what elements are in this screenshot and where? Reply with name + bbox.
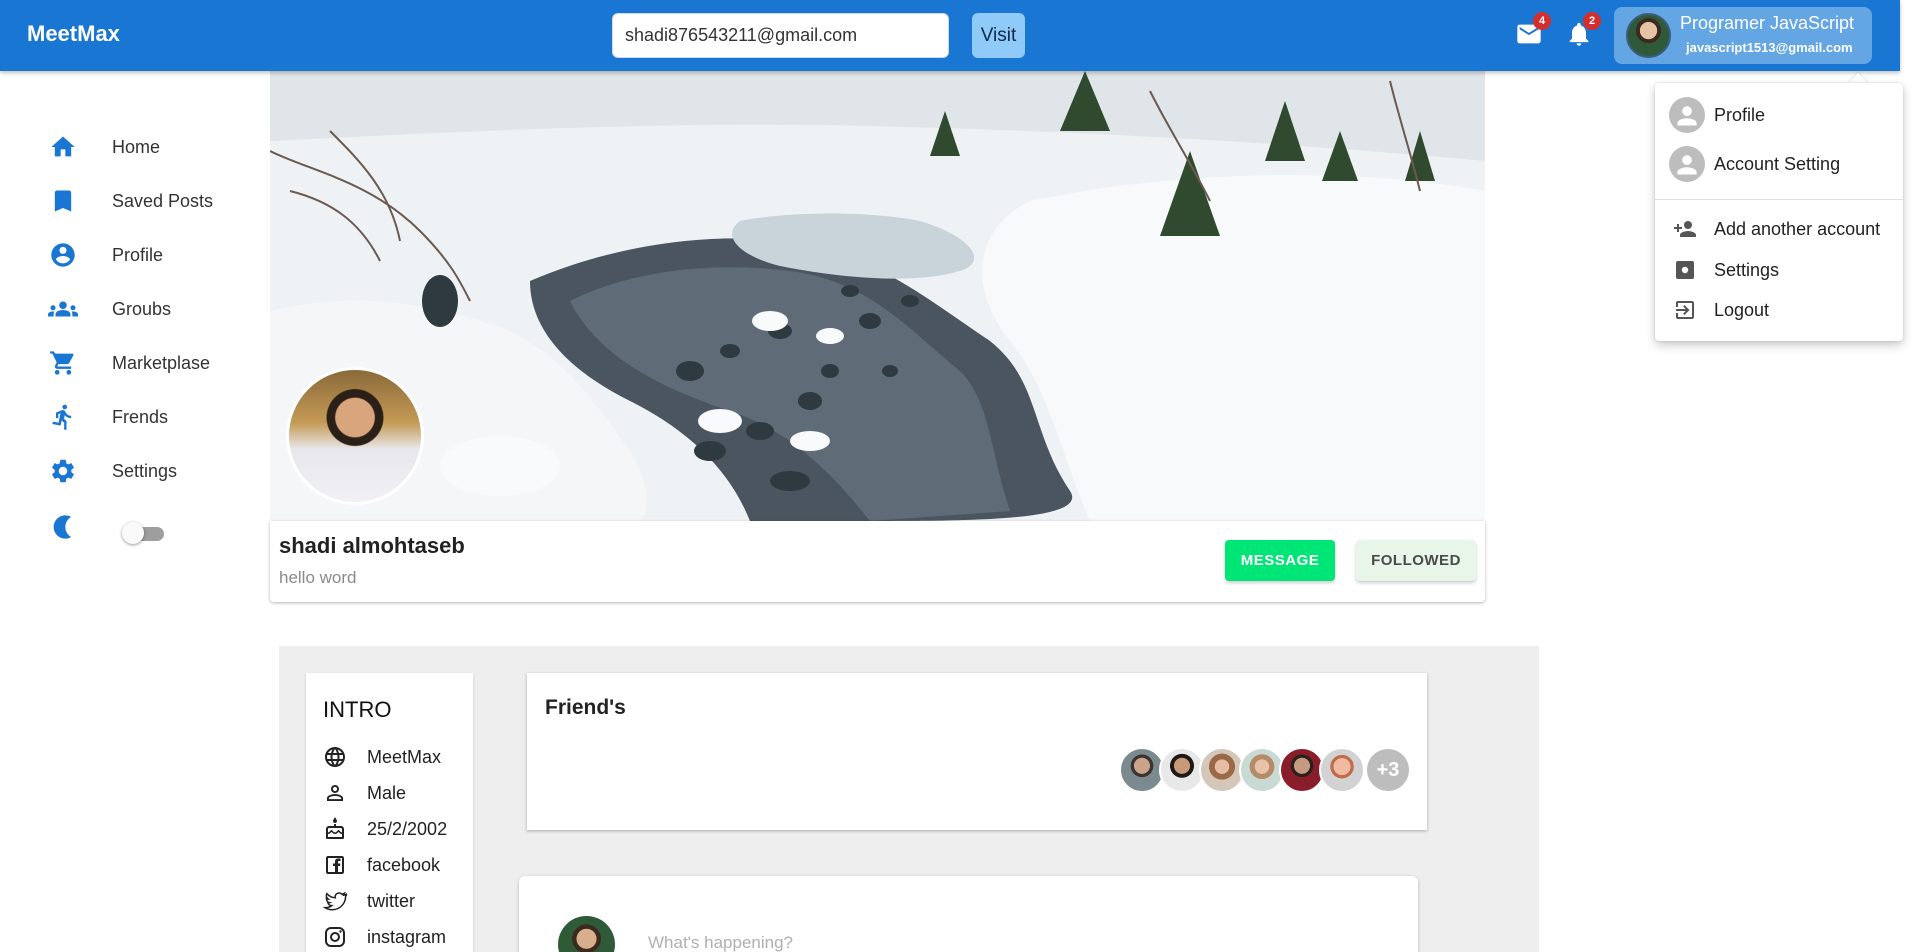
notifications-button[interactable]: 2 [1565, 12, 1601, 48]
dark-mode-item [48, 507, 88, 547]
intro-row-text: Male [367, 782, 407, 803]
account-menu-button[interactable]: Programer JavaScript javascript1513@gmai… [1614, 7, 1872, 64]
moon-icon [48, 512, 78, 542]
visit-button[interactable]: Visit [972, 13, 1025, 58]
menu-item-account-setting[interactable]: Account Setting [1669, 144, 1899, 184]
twitter-icon [323, 891, 347, 911]
cake-icon [326, 817, 344, 839]
sidebar-item-label: Home [112, 136, 161, 157]
menu-item-label: Account Setting [1714, 153, 1841, 174]
gear-icon [48, 456, 78, 486]
intro-row-twitter[interactable]: twitter [323, 886, 415, 916]
menu-item-add-account[interactable]: Add another account [1669, 209, 1899, 249]
avatar-icon [1669, 146, 1705, 182]
menu-item-profile[interactable]: Profile [1669, 95, 1899, 135]
intro-row-birthday: 25/2/2002 [323, 814, 447, 844]
sidebar-item-label: Saved Posts [112, 190, 214, 211]
sidebar-item-profile[interactable]: Profile [48, 235, 248, 275]
cover-photo [270, 71, 1485, 521]
friends-title: Friend's [545, 696, 626, 719]
account-name: Programer JavaScript [1680, 13, 1855, 33]
profile-bio: hello word [279, 568, 357, 587]
groups-icon [48, 294, 78, 324]
intro-row-facebook[interactable]: facebook [323, 850, 440, 880]
running-person-icon [48, 402, 78, 432]
sidebar-item-label: Frends [112, 406, 169, 427]
globe-icon [325, 747, 345, 767]
menu-item-settings[interactable]: Settings [1669, 250, 1899, 290]
intro-title: INTRO [323, 697, 392, 722]
intro-row-text: MeetMax [367, 746, 442, 767]
sidebar-item-settings[interactable]: Settings [48, 451, 248, 491]
sidebar-item-friends[interactable]: Frends [48, 397, 248, 437]
sidebar: Home Saved Posts Profile Groubs Marketpl… [0, 71, 260, 952]
mail-button[interactable]: 4 [1515, 12, 1551, 48]
profile-avatar[interactable] [286, 367, 424, 505]
settings-icon [1676, 261, 1694, 279]
menu-item-label: Profile [1714, 104, 1766, 125]
more-friends-badge[interactable]: +3 [1365, 747, 1411, 793]
account-circle-icon [48, 240, 78, 270]
friend-avatar[interactable] [1319, 747, 1365, 793]
cart-icon [48, 348, 78, 378]
cover-image [270, 71, 1485, 521]
menu-divider [1655, 199, 1903, 200]
account-dropdown-menu: Profile Account Setting Add another acco… [1655, 83, 1903, 341]
sidebar-item-label: Marketplase [112, 352, 211, 373]
profile-header-card: shadi almohtaseb hello word MESSAGE FOLL… [270, 521, 1485, 602]
intro-row-instagram[interactable]: instagram [323, 922, 446, 952]
intro-row-text: facebook [367, 854, 441, 875]
post-input[interactable]: What's happening? [648, 933, 793, 952]
menu-item-label: Settings [1714, 259, 1780, 280]
search-input[interactable] [612, 13, 949, 58]
avatar-icon [1669, 97, 1705, 133]
account-email: javascript1513@gmail.com [1686, 40, 1853, 55]
sidebar-item-marketplace[interactable]: Marketplase [48, 343, 248, 383]
person-add-icon [1674, 221, 1696, 237]
instagram-icon [325, 927, 345, 947]
home-icon [48, 132, 78, 162]
bookmark-icon [48, 186, 78, 216]
notification-badge: 2 [1583, 12, 1601, 30]
sidebar-item-label: Profile [112, 244, 164, 265]
menu-item-logout[interactable]: Logout [1669, 290, 1899, 330]
logout-icon [1676, 301, 1694, 319]
create-post-card: What's happening? [519, 876, 1418, 952]
dark-mode-toggle[interactable] [122, 522, 166, 544]
sidebar-item-label: Settings [112, 460, 178, 481]
app-bar: MeetMax Visit 4 2 Programer JavaScript j… [0, 0, 1900, 71]
intro-row-text: instagram [367, 926, 447, 947]
menu-item-label: Logout [1714, 299, 1770, 320]
toggle-thumb [122, 522, 144, 544]
person-icon [327, 785, 343, 801]
intro-row-gender: Male [323, 778, 406, 808]
profile-name: shadi almohtaseb [279, 533, 465, 558]
avatar [558, 916, 615, 952]
followed-button[interactable]: FOLLOWED [1356, 540, 1476, 581]
intro-row-text: twitter [367, 890, 416, 911]
message-button[interactable]: MESSAGE [1225, 540, 1335, 581]
menu-item-label: Add another account [1714, 218, 1881, 239]
intro-row-website: MeetMax [323, 742, 441, 772]
avatar [1626, 13, 1671, 58]
sidebar-item-saved-posts[interactable]: Saved Posts [48, 181, 248, 221]
intro-row-text: 25/2/2002 [367, 818, 448, 839]
friends-card: Friend's +3 [527, 673, 1427, 830]
facebook-icon [326, 856, 344, 874]
sidebar-item-groups[interactable]: Groubs [48, 289, 248, 329]
sidebar-item-home[interactable]: Home [48, 127, 248, 167]
intro-card: INTRO MeetMax Male 25/2/2002 facebook tw… [306, 673, 473, 952]
mail-badge: 4 [1533, 12, 1551, 30]
sidebar-item-label: Groubs [112, 298, 172, 319]
brand-logo[interactable]: MeetMax [27, 21, 120, 47]
